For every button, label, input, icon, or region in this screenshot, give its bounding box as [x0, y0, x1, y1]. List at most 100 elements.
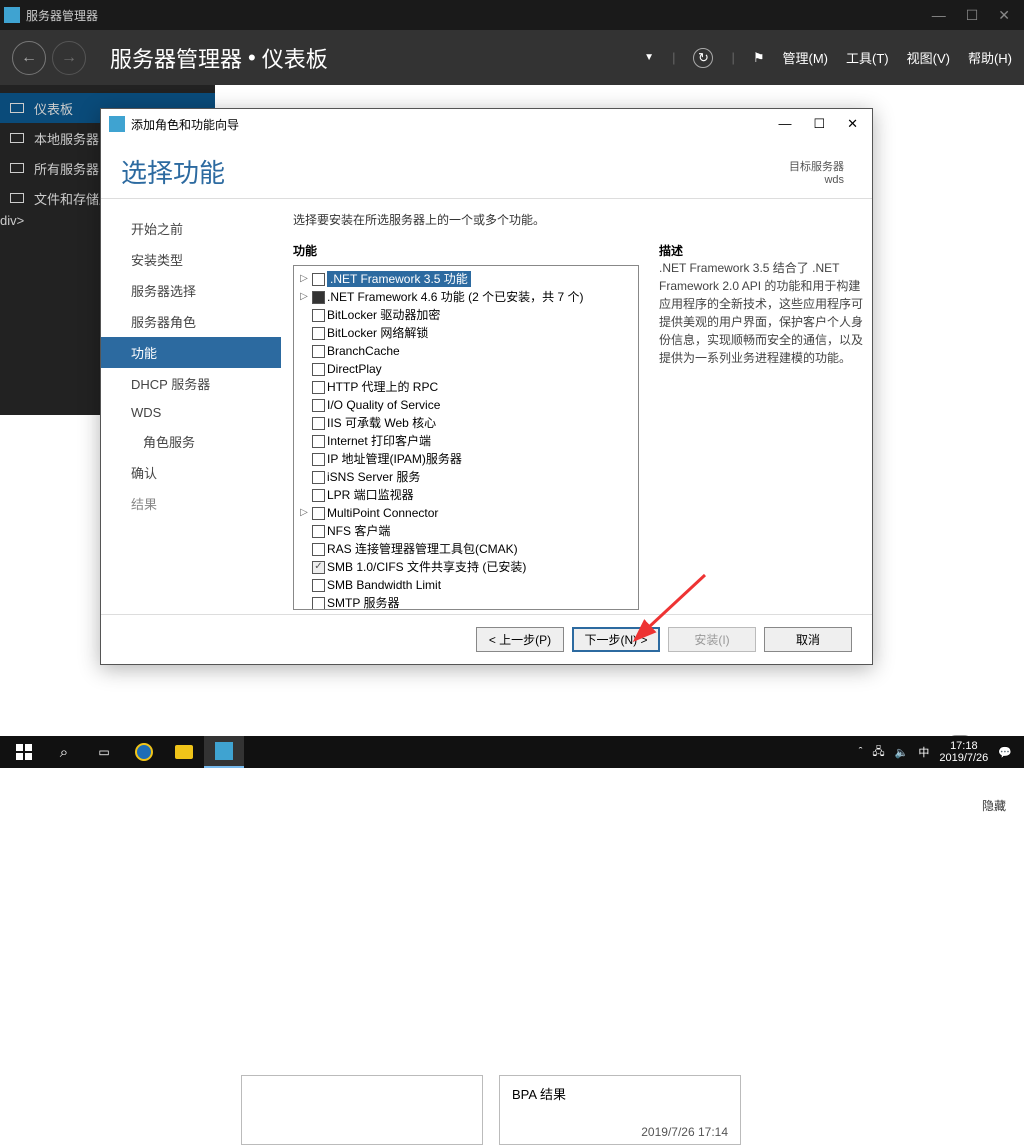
dialog-minimize-button[interactable]: —: [778, 116, 791, 132]
feature-checkbox[interactable]: [312, 543, 325, 556]
feature-checkbox[interactable]: [312, 399, 325, 412]
feature-checkbox[interactable]: [312, 597, 325, 610]
maximize-button[interactable]: ☐: [966, 7, 979, 24]
step-server-roles[interactable]: 服务器角色: [101, 306, 281, 337]
storage-icon: [10, 193, 24, 203]
feature-checkbox[interactable]: [312, 381, 325, 394]
notifications-button[interactable]: 💬: [998, 746, 1012, 759]
taskbar-clock[interactable]: 17:18 2019/7/26: [939, 740, 988, 764]
dialog-heading: 选择功能: [121, 153, 225, 190]
expander-icon[interactable]: ▷: [298, 271, 310, 287]
feature-item[interactable]: ▷.NET Framework 3.5 功能: [296, 270, 636, 288]
search-button[interactable]: ⌕: [44, 736, 84, 768]
feature-item[interactable]: IP 地址管理(IPAM)服务器: [296, 450, 636, 468]
nav-back-button[interactable]: ←: [12, 41, 46, 75]
window-controls: — ☐ ✕: [932, 7, 1020, 24]
feature-item[interactable]: DirectPlay: [296, 360, 636, 378]
prev-button[interactable]: < 上一步(P): [476, 627, 564, 652]
feature-checkbox[interactable]: [312, 327, 325, 340]
feature-checkbox[interactable]: [312, 471, 325, 484]
menu-manage[interactable]: 管理(M): [783, 48, 829, 67]
feature-label: LPR 端口监视器: [327, 487, 414, 503]
feature-item[interactable]: NFS 客户端: [296, 522, 636, 540]
step-wds[interactable]: WDS: [101, 399, 281, 426]
feature-checkbox[interactable]: [312, 507, 325, 520]
feature-label: NFS 客户端: [327, 523, 390, 539]
feature-checkbox[interactable]: [312, 363, 325, 376]
breadcrumb-app: 服务器管理器: [110, 42, 242, 74]
start-button[interactable]: [4, 736, 44, 768]
feature-checkbox[interactable]: [312, 345, 325, 358]
window-title: 服务器管理器: [26, 7, 98, 24]
feature-item[interactable]: BitLocker 驱动器加密: [296, 306, 636, 324]
dialog-footer: < 上一步(P) 下一步(N) > 安装(I) 取消: [101, 614, 872, 664]
feature-item[interactable]: IIS 可承载 Web 核心: [296, 414, 636, 432]
menu-view[interactable]: 视图(V): [907, 48, 950, 67]
dialog-close-button[interactable]: ✕: [847, 116, 858, 132]
feature-checkbox[interactable]: [312, 435, 325, 448]
feature-item[interactable]: I/O Quality of Service: [296, 396, 636, 414]
feature-item[interactable]: SMB 1.0/CIFS 文件共享支持 (已安装): [296, 558, 636, 576]
tray-volume-icon[interactable]: 🔈: [895, 746, 909, 759]
feature-checkbox[interactable]: [312, 291, 325, 304]
tray-ime[interactable]: 中: [918, 744, 929, 760]
taskbar-ie[interactable]: [124, 736, 164, 768]
dialog-maximize-button[interactable]: ☐: [813, 116, 825, 132]
nav-forward-button[interactable]: →: [52, 41, 86, 75]
close-button[interactable]: ✕: [998, 7, 1010, 24]
step-role-services[interactable]: 角色服务: [101, 426, 281, 457]
feature-checkbox[interactable]: [312, 579, 325, 592]
features-tree[interactable]: ▷.NET Framework 3.5 功能▷.NET Framework 4.…: [293, 265, 639, 610]
dropdown-icon[interactable]: ▼: [644, 52, 654, 63]
minimize-button[interactable]: —: [932, 7, 946, 24]
taskbar-explorer[interactable]: [164, 736, 204, 768]
feature-label: DirectPlay: [327, 361, 382, 377]
feature-item[interactable]: iSNS Server 服务: [296, 468, 636, 486]
bpa-results-box: BPA 结果 2019/7/26 17:14: [499, 1075, 741, 1145]
menu-help[interactable]: 帮助(H): [968, 48, 1012, 67]
feature-checkbox[interactable]: [312, 525, 325, 538]
menu-tools[interactable]: 工具(T): [846, 48, 889, 67]
feature-item[interactable]: BitLocker 网络解锁: [296, 324, 636, 342]
tray-network-icon[interactable]: 🖧: [872, 743, 884, 762]
feature-checkbox[interactable]: [312, 453, 325, 466]
feature-item[interactable]: ▷.NET Framework 4.6 功能 (2 个已安装，共 7 个): [296, 288, 636, 306]
step-server-selection[interactable]: 服务器选择: [101, 275, 281, 306]
feature-item[interactable]: SMTP 服务器: [296, 594, 636, 610]
step-dhcp[interactable]: DHCP 服务器: [101, 368, 281, 399]
step-confirm[interactable]: 确认: [101, 457, 281, 488]
tray-up-icon[interactable]: ˆ: [859, 746, 863, 758]
feature-item[interactable]: SMB Bandwidth Limit: [296, 576, 636, 594]
step-before-you-begin[interactable]: 开始之前: [101, 213, 281, 244]
feature-checkbox[interactable]: [312, 489, 325, 502]
task-view-button[interactable]: ▭: [84, 736, 124, 768]
refresh-icon[interactable]: ↻: [693, 48, 713, 68]
feature-item[interactable]: BranchCache: [296, 342, 636, 360]
feature-item[interactable]: Internet 打印客户端: [296, 432, 636, 450]
feature-checkbox[interactable]: [312, 273, 325, 286]
feature-item[interactable]: ▷MultiPoint Connector: [296, 504, 636, 522]
separator: |: [672, 50, 675, 65]
expander-icon[interactable]: ▷: [298, 289, 310, 305]
feature-checkbox[interactable]: [312, 309, 325, 322]
step-features[interactable]: 功能: [101, 337, 281, 368]
next-button[interactable]: 下一步(N) >: [572, 627, 660, 652]
dialog-titlebar[interactable]: 添加角色和功能向导 — ☐ ✕: [101, 109, 872, 139]
ie-icon: [135, 743, 153, 761]
dialog-body: 开始之前 安装类型 服务器选择 服务器角色 功能 DHCP 服务器 WDS 角色…: [101, 199, 872, 614]
cancel-button[interactable]: 取消: [764, 627, 852, 652]
hide-link[interactable]: 隐藏: [982, 797, 1006, 814]
feature-checkbox[interactable]: [312, 417, 325, 430]
add-roles-wizard-dialog: 添加角色和功能向导 — ☐ ✕ 选择功能 目标服务器 wds 开始之前 安装类型…: [100, 108, 873, 665]
feature-label: BitLocker 驱动器加密: [327, 307, 440, 323]
features-column: 功能 ▷.NET Framework 3.5 功能▷.NET Framework…: [293, 242, 639, 610]
step-install-type[interactable]: 安装类型: [101, 244, 281, 275]
feature-item[interactable]: HTTP 代理上的 RPC: [296, 378, 636, 396]
taskbar-server-manager[interactable]: [204, 736, 244, 768]
expander-icon[interactable]: ▷: [298, 505, 310, 521]
feature-label: IP 地址管理(IPAM)服务器: [327, 451, 462, 467]
feature-item[interactable]: RAS 连接管理器管理工具包(CMAK): [296, 540, 636, 558]
app-icon: [4, 7, 20, 23]
flag-icon[interactable]: ⚑: [753, 50, 765, 66]
feature-item[interactable]: LPR 端口监视器: [296, 486, 636, 504]
